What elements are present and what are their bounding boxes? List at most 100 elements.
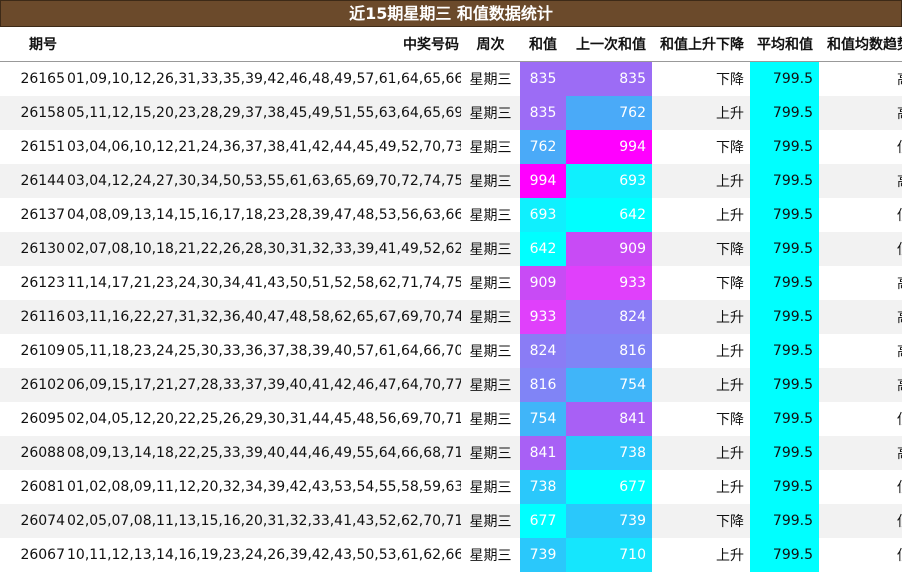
cell-trend: 上升 — [716, 446, 744, 462]
cell-trend: 上升 — [716, 378, 744, 394]
cell-prev-sum: 994 — [566, 130, 652, 164]
table-row: 26088 08,09,13,14,18,22,25,33,39,40,44,46… — [0, 436, 902, 470]
cell-numbers: 02,04,05,12,20,22,25,26,29,30,31,44,45,4… — [67, 411, 461, 427]
cell-avg-trend: 高 — [819, 436, 902, 470]
cell-period: 26095 — [20, 411, 65, 427]
cell-avg: 799.5 — [750, 130, 819, 164]
cell-period: 26074 — [20, 513, 65, 529]
cell-avg-trend: 高 — [819, 368, 902, 402]
cell-prev-sum: 710 — [566, 538, 652, 572]
cell-trend: 下降 — [716, 72, 744, 88]
cell-weekday: 星期三 — [469, 344, 512, 360]
cell-numbers: 10,11,12,13,14,16,19,23,24,26,39,42,43,5… — [67, 547, 461, 563]
cell-prev-sum: 693 — [566, 164, 652, 198]
cell-weekday: 星期三 — [469, 378, 512, 394]
cell-trend: 下降 — [716, 276, 744, 292]
cell-sum: 909 — [520, 266, 566, 300]
cell-prev-sum: 738 — [566, 436, 652, 470]
cell-sum: 933 — [520, 300, 566, 334]
table-row: 26144 03,04,12,24,27,30,34,50,53,55,61,63… — [0, 164, 902, 198]
cell-avg-trend: 低 — [819, 504, 902, 538]
cell-period: 26158 — [20, 105, 65, 121]
cell-trend: 上升 — [716, 480, 744, 496]
cell-period: 26109 — [20, 343, 65, 359]
cell-numbers: 08,09,13,14,18,22,25,33,39,40,44,46,49,5… — [67, 445, 461, 461]
cell-weekday: 星期三 — [469, 412, 512, 428]
cell-weekday: 星期三 — [469, 174, 512, 190]
cell-prev-sum: 677 — [566, 470, 652, 504]
table-row: 26109 05,11,18,23,24,25,30,33,36,37,38,39… — [0, 334, 902, 368]
cell-prev-sum: 835 — [566, 61, 652, 96]
cell-period: 26081 — [20, 479, 65, 495]
cell-period: 26123 — [20, 275, 65, 291]
cell-avg-trend: 高 — [819, 266, 902, 300]
cell-avg-trend: 高 — [819, 300, 902, 334]
cell-avg: 799.5 — [750, 402, 819, 436]
header-prev-sum: 上一次和值 — [566, 27, 652, 62]
header-avg-trend: 和值均数趋势 — [819, 27, 902, 62]
cell-weekday: 星期三 — [469, 446, 512, 462]
cell-avg-trend: 高 — [819, 164, 902, 198]
cell-trend: 上升 — [716, 310, 744, 326]
cell-period: 26144 — [20, 173, 65, 189]
cell-prev-sum: 909 — [566, 232, 652, 266]
table-row: 26067 10,11,12,13,14,16,19,23,24,26,39,42… — [0, 538, 902, 572]
cell-prev-sum: 933 — [566, 266, 652, 300]
page-title: 近15期星期三 和值数据统计 — [0, 0, 902, 27]
cell-sum: 835 — [520, 96, 566, 130]
cell-avg-trend: 低 — [819, 538, 902, 572]
cell-avg-trend: 低 — [819, 198, 902, 232]
cell-weekday: 星期三 — [469, 72, 512, 88]
cell-trend: 上升 — [716, 174, 744, 190]
cell-avg: 799.5 — [750, 504, 819, 538]
table-header-row: 期号 中奖号码 周次 和值 上一次和值 和值上升下降 平均和值 和值均数趋势 — [0, 27, 902, 62]
cell-numbers: 05,11,12,15,20,23,28,29,37,38,45,49,51,5… — [67, 105, 461, 121]
cell-avg-trend: 高 — [819, 96, 902, 130]
table-row: 26095 02,04,05,12,20,22,25,26,29,30,31,44… — [0, 402, 902, 436]
cell-numbers: 03,04,12,24,27,30,34,50,53,55,61,63,65,6… — [67, 173, 461, 189]
cell-weekday: 星期三 — [469, 208, 512, 224]
cell-numbers: 03,04,06,10,12,21,24,36,37,38,41,42,44,4… — [67, 139, 461, 155]
table-row: 26074 02,05,07,08,11,13,15,16,20,31,32,33… — [0, 504, 902, 538]
cell-sum: 754 — [520, 402, 566, 436]
cell-sum: 762 — [520, 130, 566, 164]
cell-numbers: 06,09,15,17,21,27,28,33,37,39,40,41,42,4… — [67, 377, 461, 393]
cell-sum: 994 — [520, 164, 566, 198]
cell-avg: 799.5 — [750, 538, 819, 572]
cell-trend: 上升 — [716, 548, 744, 564]
cell-avg: 799.5 — [750, 198, 819, 232]
header-weekday: 周次 — [461, 27, 520, 62]
cell-period: 26151 — [20, 139, 65, 155]
cell-avg-trend: 高 — [819, 334, 902, 368]
cell-weekday: 星期三 — [469, 514, 512, 530]
cell-weekday: 星期三 — [469, 106, 512, 122]
cell-trend: 下降 — [716, 242, 744, 258]
cell-numbers: 01,02,08,09,11,12,20,32,34,39,42,43,53,5… — [67, 479, 461, 495]
cell-sum: 824 — [520, 334, 566, 368]
cell-period: 26088 — [20, 445, 65, 461]
cell-prev-sum: 754 — [566, 368, 652, 402]
cell-weekday: 星期三 — [469, 140, 512, 156]
header-period: 期号 — [0, 27, 67, 62]
cell-sum: 739 — [520, 538, 566, 572]
cell-avg-trend: 低 — [819, 130, 902, 164]
cell-avg: 799.5 — [750, 300, 819, 334]
cell-period: 26165 — [20, 71, 65, 87]
cell-sum: 841 — [520, 436, 566, 470]
cell-avg: 799.5 — [750, 334, 819, 368]
cell-avg: 799.5 — [750, 232, 819, 266]
table-row: 26102 06,09,15,17,21,27,28,33,37,39,40,41… — [0, 368, 902, 402]
cell-trend: 下降 — [716, 514, 744, 530]
table-row: 26165 01,09,10,12,26,31,33,35,39,42,46,48… — [0, 61, 902, 96]
header-avg: 平均和值 — [750, 27, 819, 62]
table-row: 26151 03,04,06,10,12,21,24,36,37,38,41,42… — [0, 130, 902, 164]
header-numbers: 中奖号码 — [67, 27, 461, 62]
cell-weekday: 星期三 — [469, 242, 512, 258]
cell-avg: 799.5 — [750, 470, 819, 504]
table-row: 26158 05,11,12,15,20,23,28,29,37,38,45,49… — [0, 96, 902, 130]
table-row: 26130 02,07,08,10,18,21,22,26,28,30,31,32… — [0, 232, 902, 266]
cell-trend: 上升 — [716, 344, 744, 360]
cell-avg: 799.5 — [750, 436, 819, 470]
cell-avg: 799.5 — [750, 96, 819, 130]
cell-sum: 642 — [520, 232, 566, 266]
